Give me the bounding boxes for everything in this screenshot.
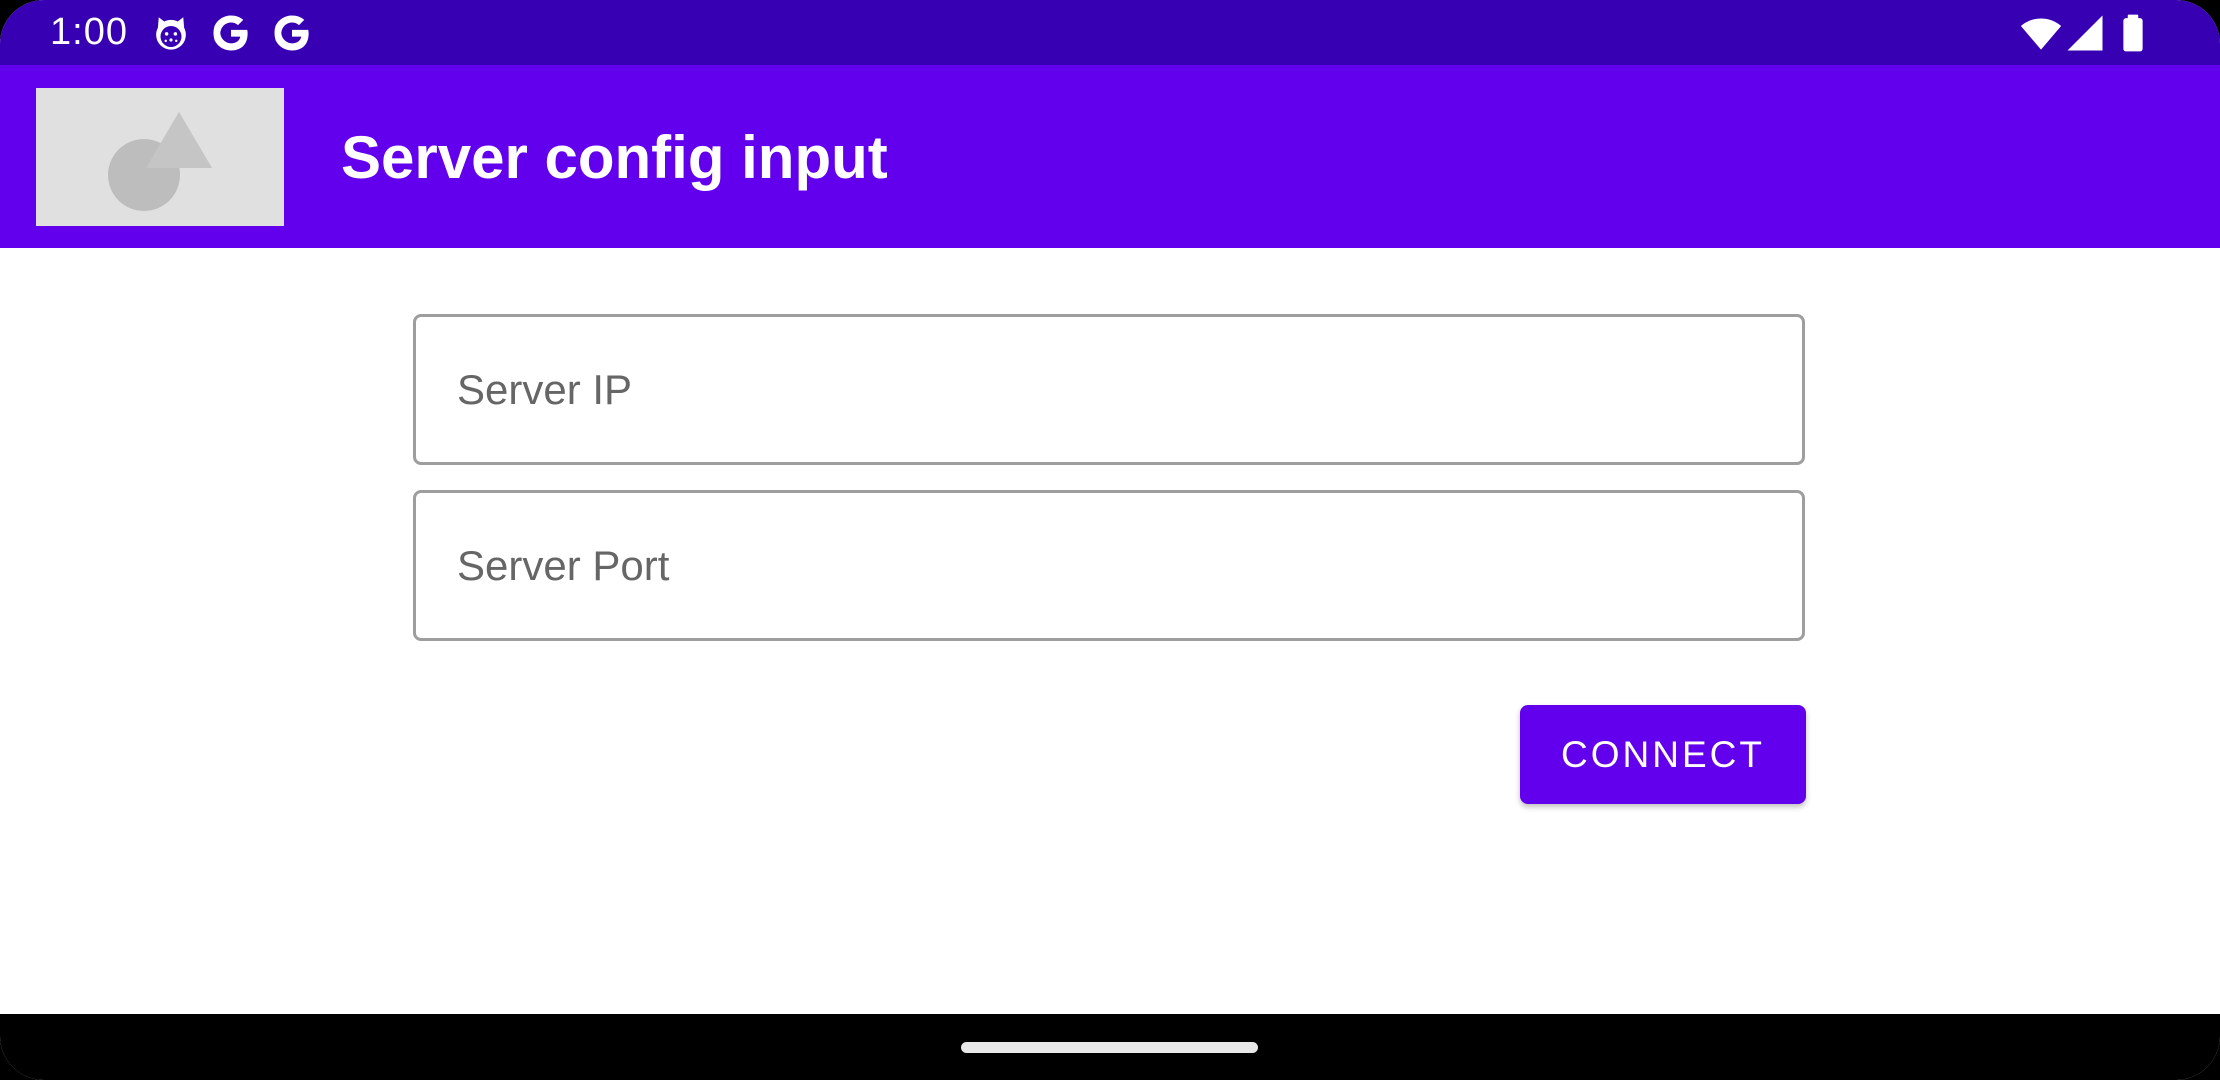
google-icon <box>271 12 313 54</box>
server-port-field[interactable] <box>413 490 1805 641</box>
server-ip-input[interactable] <box>416 317 1802 462</box>
cellular-signal-icon <box>2064 12 2106 54</box>
server-ip-field[interactable] <box>413 314 1805 465</box>
image-placeholder-icon <box>36 88 284 226</box>
cat-notification-icon <box>150 12 192 54</box>
home-gesture-handle[interactable] <box>961 1042 1258 1053</box>
page-title: Server config input <box>341 124 888 191</box>
status-bar: 1:00 <box>0 0 2220 65</box>
battery-icon <box>2112 12 2154 54</box>
google-icon <box>210 12 252 54</box>
wifi-icon <box>2020 12 2062 54</box>
app-screen: 1:00 Server config input Server IP Serve… <box>0 0 2220 1080</box>
connect-button[interactable]: CONNECT <box>1520 705 1806 804</box>
status-time: 1:00 <box>50 11 128 53</box>
server-port-input[interactable] <box>416 493 1802 638</box>
app-bar: Server config input <box>0 65 2220 248</box>
navigation-bar <box>0 1014 2220 1080</box>
